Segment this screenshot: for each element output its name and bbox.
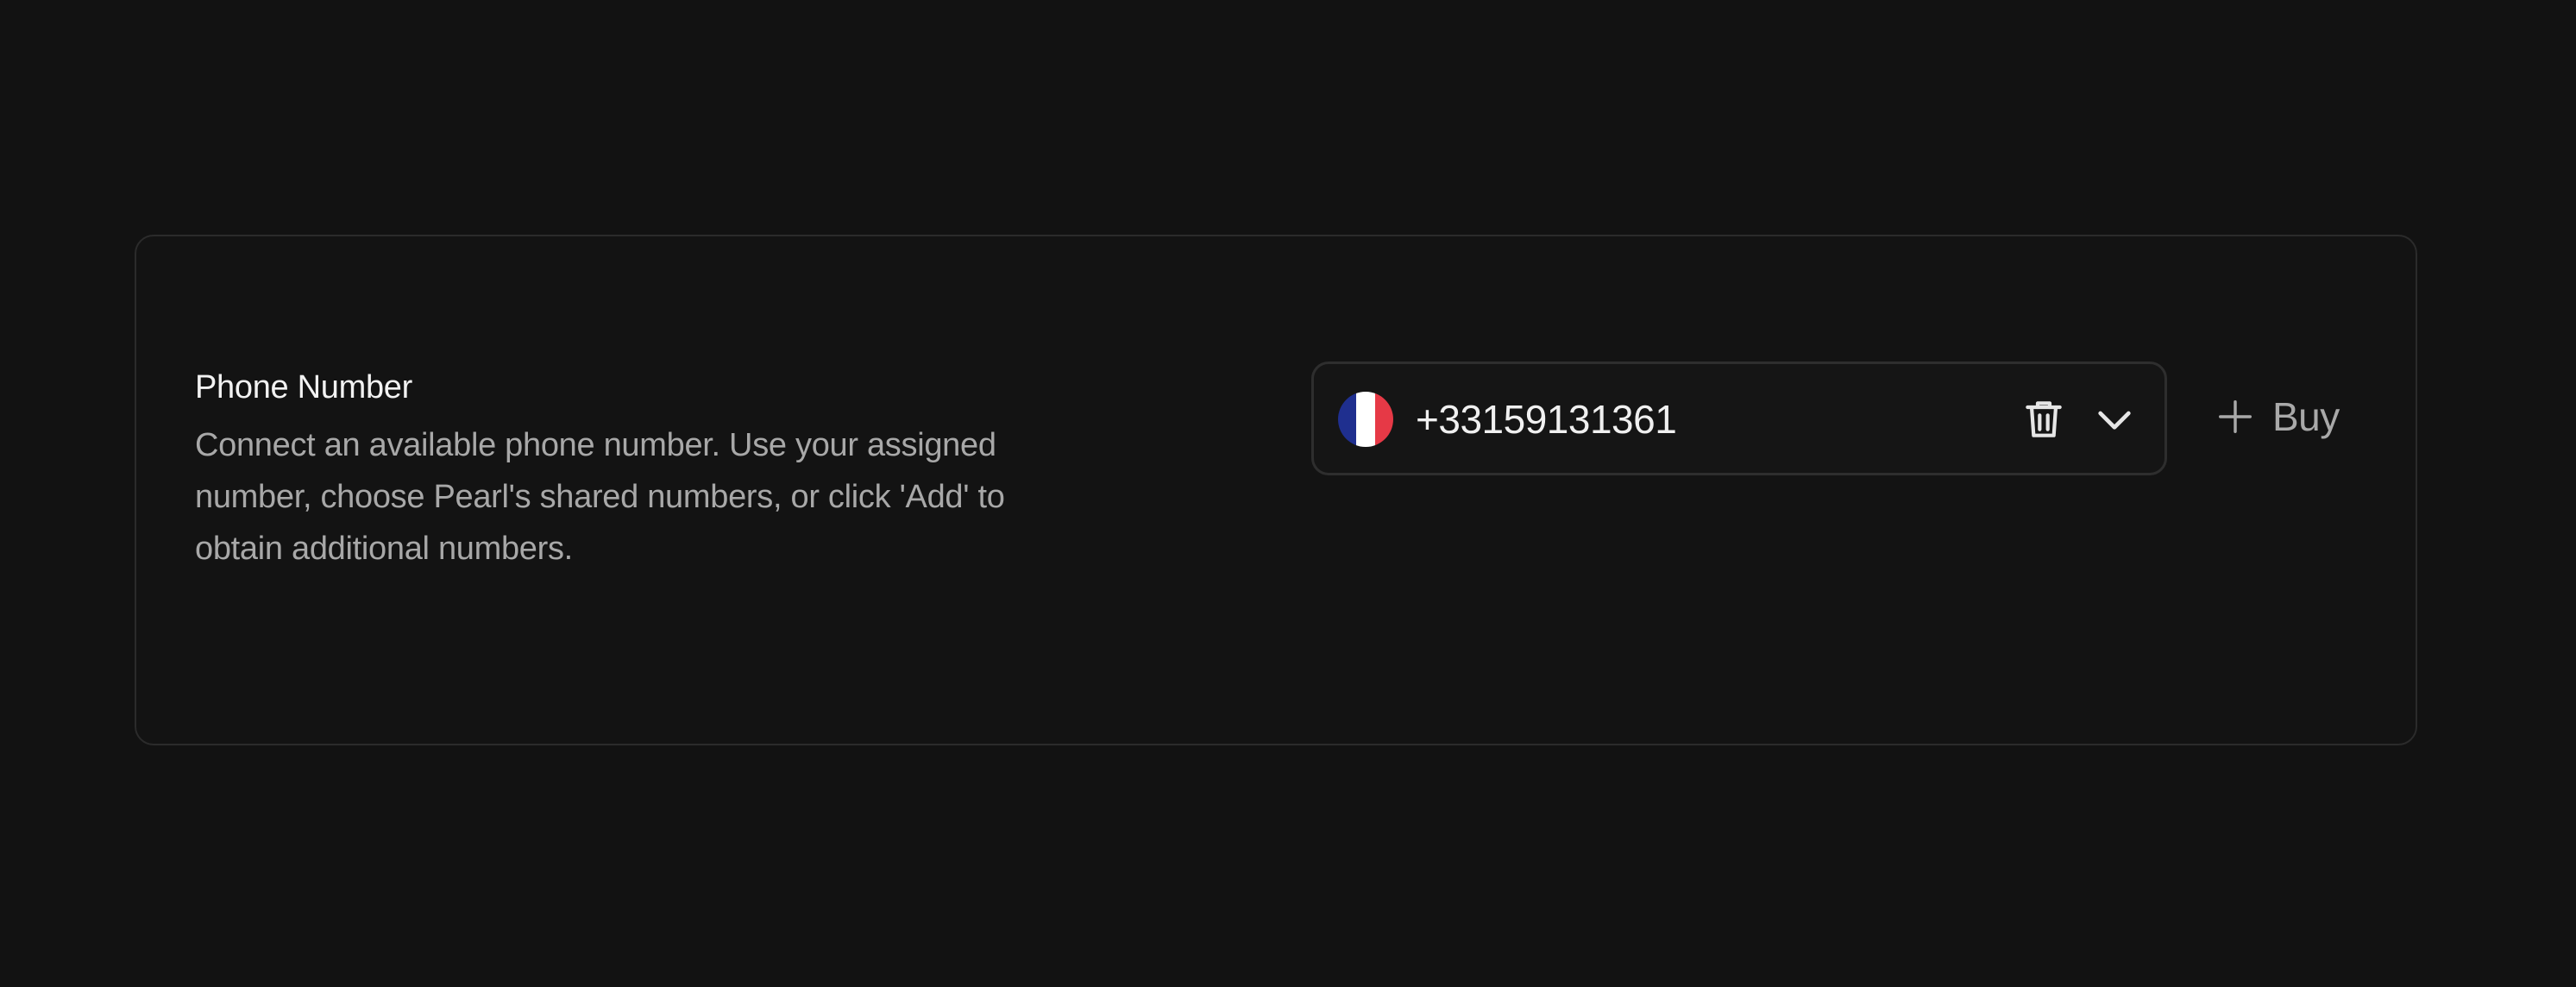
section-description: Connect an available phone number. Use y… [195, 427, 1005, 567]
trash-icon[interactable] [2020, 395, 2068, 443]
buy-button-label: Buy [2272, 394, 2340, 439]
phone-number-card: Phone Number Connect an available phone … [135, 235, 2417, 745]
buy-button[interactable]: Buy [2215, 387, 2340, 447]
selected-phone-number: +33159131361 [1416, 397, 1677, 442]
chevron-down-icon[interactable] [2089, 395, 2140, 443]
france-flag-icon [1338, 392, 1393, 447]
phone-number-select[interactable]: +33159131361 [1311, 361, 2167, 475]
phone-number-info: Phone Number Connect an available phone … [195, 368, 1058, 575]
section-title: Phone Number [195, 369, 412, 405]
plus-icon [2219, 400, 2252, 433]
